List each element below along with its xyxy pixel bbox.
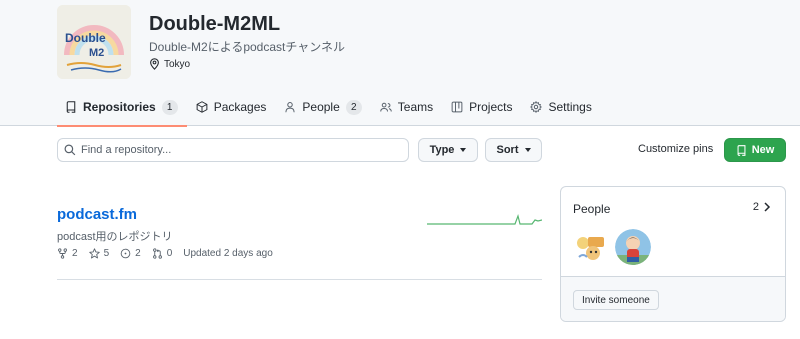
tab-teams[interactable]: Teams	[371, 88, 442, 126]
tab-people[interactable]: People 2	[275, 88, 370, 126]
org-location: Tokyo	[149, 58, 190, 70]
sort-label: Sort	[496, 144, 519, 156]
package-icon	[196, 101, 208, 113]
sort-button[interactable]: Sort	[485, 138, 542, 162]
repo-icon	[737, 144, 746, 156]
org-logo: Double M2	[57, 5, 131, 79]
repo-stars[interactable]: 5	[88, 248, 110, 259]
org-name: Double-M2ML	[149, 13, 281, 35]
new-repo-button[interactable]: New	[724, 138, 786, 162]
org-location-text: Tokyo	[164, 58, 191, 70]
tab-teams-label: Teams	[397, 100, 434, 114]
repo-issues-count: 2	[135, 248, 141, 259]
table-icon	[451, 101, 463, 113]
invite-someone-button[interactable]: Invite someone	[573, 290, 659, 310]
repo-pulls-count: 0	[166, 248, 173, 259]
tab-projects-label: Projects	[469, 100, 513, 114]
search-box[interactable]	[57, 138, 409, 162]
avatar[interactable]	[615, 229, 651, 265]
repo-stars-count: 5	[103, 248, 110, 259]
people-count: 2	[752, 201, 759, 213]
tab-people-label: People	[302, 100, 340, 114]
new-repo-label: New	[751, 144, 775, 156]
tab-settings-label: Settings	[548, 100, 592, 114]
gear-icon	[530, 101, 543, 113]
org-description: Double-M2によるpodcastチャンネル	[149, 40, 346, 54]
repo-forks[interactable]: 2	[57, 248, 78, 259]
people-card: People 2 Invite someone	[560, 186, 786, 322]
chevron-down-icon	[460, 148, 467, 152]
svg-text:M2: M2	[89, 47, 104, 59]
repo-toolbar: Type Sort Customize pins New	[57, 138, 786, 162]
chevron-down-icon	[524, 148, 531, 152]
tab-packages[interactable]: Packages	[187, 88, 276, 126]
org-header: Double M2 Double-M2ML Double-M2によるpodcas…	[0, 0, 800, 127]
avatar[interactable]	[573, 229, 609, 265]
tab-repositories-counter: 1	[161, 99, 178, 115]
repo-issues[interactable]: 2	[120, 248, 141, 259]
repo-icon	[66, 101, 76, 113]
star-icon	[88, 248, 100, 259]
person-icon	[285, 102, 296, 113]
tab-repositories[interactable]: Repositories 1	[57, 88, 187, 127]
people-avatars	[573, 229, 651, 265]
customize-pins-link[interactable]: Customize pins	[638, 143, 713, 155]
repo-pulls[interactable]: 0	[152, 248, 173, 259]
people-icon	[380, 102, 392, 112]
repo-forks-count: 2	[72, 248, 78, 259]
search-input[interactable]	[81, 144, 381, 156]
fork-icon	[58, 248, 67, 259]
type-filter-label: Type	[429, 144, 455, 156]
tab-repositories-label: Repositories	[83, 100, 156, 114]
pull-request-icon	[152, 248, 162, 259]
issue-icon	[120, 248, 131, 259]
org-tabs: Repositories 1 Packages People 2 Teams P…	[57, 88, 601, 127]
svg-text:Double: Double	[65, 31, 106, 45]
repo-list-item: podcast.fm podcast用のレポジトリ 2 5 2 0 Update…	[57, 187, 542, 280]
repo-description: podcast用のレポジトリ	[57, 231, 173, 243]
tab-settings[interactable]: Settings	[521, 88, 600, 126]
repo-meta: 2 5 2 0 Updated 2 days ago	[57, 248, 273, 259]
people-footer: Invite someone	[561, 276, 785, 321]
repo-name-link[interactable]: podcast.fm	[57, 206, 137, 223]
search-icon	[64, 144, 76, 156]
location-icon	[150, 58, 159, 70]
type-filter-button[interactable]: Type	[418, 138, 478, 162]
people-title[interactable]: People	[573, 202, 610, 216]
tab-people-counter: 2	[345, 99, 362, 115]
activity-sparkline	[427, 213, 542, 225]
repo-updated: Updated 2 days ago	[183, 248, 273, 259]
tab-packages-label: Packages	[213, 100, 267, 114]
chevron-right-icon[interactable]	[762, 202, 772, 212]
tab-projects[interactable]: Projects	[442, 88, 521, 126]
